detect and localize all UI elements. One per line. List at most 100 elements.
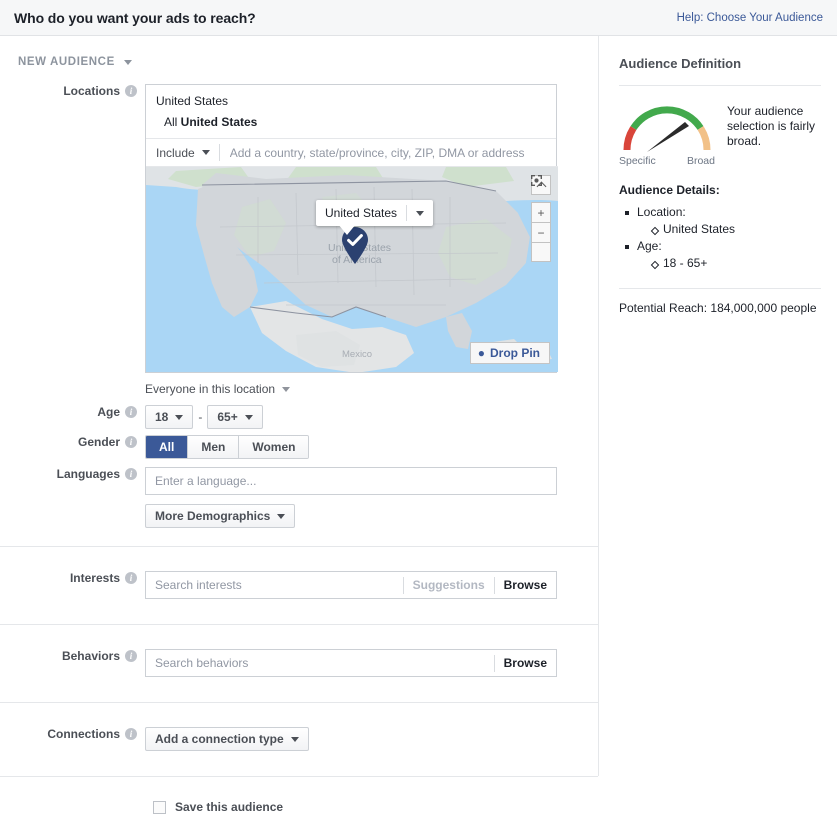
add-connection-type-button[interactable]: Add a connection type: [145, 727, 309, 751]
gender-option-men[interactable]: Men: [187, 436, 238, 458]
map-callout-label: United States: [316, 206, 406, 220]
detail-values-age: 18 - 65+: [637, 255, 821, 272]
divider: [619, 85, 821, 86]
connections-row: Connections i Add a connection type: [0, 703, 598, 776]
new-audience-selector[interactable]: NEW AUDIENCE: [0, 36, 598, 84]
interests-label-cell: Interests i: [0, 571, 145, 585]
locations-field: United States All United States Include: [145, 84, 598, 405]
plus-icon: +: [537, 207, 544, 219]
age-max-select[interactable]: 65+: [207, 405, 262, 429]
chevron-down-icon[interactable]: [416, 211, 424, 216]
location-map[interactable]: United States of America Mexico United S…: [146, 166, 558, 372]
map-fullscreen-button[interactable]: [531, 242, 551, 262]
map-zoom-out-button[interactable]: −: [531, 222, 551, 242]
behaviors-row: Behaviors i Browse: [0, 625, 598, 702]
age-label-cell: Age i: [0, 405, 145, 419]
help-choose-audience-link[interactable]: Help: Choose Your Audience: [677, 12, 823, 24]
connections-label-cell: Connections i: [0, 727, 145, 741]
age-row: Age i 18 - 65+: [0, 405, 598, 429]
info-icon[interactable]: i: [125, 572, 137, 584]
save-audience-checkbox[interactable]: [153, 801, 166, 814]
chevron-down-icon[interactable]: [282, 387, 290, 392]
gauge-label-specific: Specific: [619, 155, 656, 167]
map-zoom-in-button[interactable]: +: [531, 202, 551, 222]
save-audience-label: Save this audience: [175, 800, 283, 814]
languages-field: [145, 467, 598, 495]
interests-input-wrapper: Suggestions Browse: [145, 571, 557, 599]
gender-row: Gender i All Men Women: [0, 435, 598, 459]
connections-label: Connections: [47, 727, 120, 741]
new-audience-label: NEW AUDIENCE: [18, 56, 115, 68]
behaviors-input-wrapper: Browse: [145, 649, 557, 677]
page-header: Who do you want your ads to reach? Help:…: [0, 0, 837, 36]
age-min-value: 18: [155, 411, 168, 423]
languages-label: Languages: [57, 467, 120, 481]
gauge-icon: [619, 100, 715, 154]
locations-all-entry[interactable]: All United States: [146, 112, 556, 138]
audience-gauge-row: Specific Broad Your audience selection i…: [619, 100, 821, 167]
chevron-down-icon[interactable]: [202, 150, 210, 155]
info-icon[interactable]: i: [125, 406, 137, 418]
page-content: NEW AUDIENCE Locations i United States A…: [0, 36, 837, 776]
info-icon[interactable]: i: [125, 650, 137, 662]
interests-browse-button[interactable]: Browse: [495, 578, 556, 592]
list-item: 18 - 65+: [651, 255, 821, 272]
drop-pin-label: Drop Pin: [490, 346, 540, 360]
age-max-value: 65+: [217, 411, 237, 423]
audience-details-list: Location: United States Age: 18 - 65+: [619, 204, 821, 272]
audience-gauge: Specific Broad: [619, 100, 715, 167]
info-icon[interactable]: i: [125, 85, 137, 97]
locations-box: United States All United States Include: [145, 84, 557, 373]
map-callout-menu-button[interactable]: [407, 211, 433, 216]
languages-input-wrapper: [145, 467, 557, 495]
age-min-select[interactable]: 18: [145, 405, 193, 429]
gender-label: Gender: [78, 435, 120, 449]
detail-label-location: Location:: [637, 205, 686, 219]
age-field: 18 - 65+: [145, 405, 598, 429]
age-label: Age: [97, 405, 120, 419]
divider: [619, 288, 821, 289]
more-demographics-field: More Demographics: [145, 504, 598, 528]
add-connection-type-label: Add a connection type: [155, 733, 284, 745]
interests-suggestions-button[interactable]: Suggestions: [404, 578, 494, 592]
gender-field: All Men Women: [145, 435, 598, 459]
more-demographics-row: More Demographics: [0, 504, 598, 528]
potential-reach-text: Potential Reach: 184,000,000 people: [619, 301, 821, 315]
locations-label-cell: Locations i: [0, 84, 145, 98]
behaviors-search-input[interactable]: [146, 650, 494, 676]
languages-label-cell: Languages i: [0, 467, 145, 481]
detail-label-age: Age:: [637, 239, 662, 253]
gender-segmented-control: All Men Women: [145, 435, 309, 459]
map-location-callout[interactable]: United States: [316, 200, 433, 226]
map-callout-tail: [338, 224, 356, 235]
behaviors-label: Behaviors: [62, 649, 120, 663]
list-item: Location: United States: [625, 204, 821, 238]
audience-form: NEW AUDIENCE Locations i United States A…: [0, 36, 598, 814]
locations-all-country: United States: [181, 115, 258, 129]
minus-icon: −: [537, 227, 544, 239]
languages-row: Languages i: [0, 467, 598, 495]
chevron-down-icon[interactable]: [124, 60, 132, 65]
page-title: Who do you want your ads to reach?: [14, 10, 256, 26]
gender-option-all[interactable]: All: [146, 436, 187, 458]
audience-scope-dropdown[interactable]: Everyone in this location: [145, 373, 290, 405]
interests-field: Suggestions Browse: [145, 571, 598, 599]
interests-search-input[interactable]: [146, 572, 403, 598]
interests-label: Interests: [70, 571, 120, 585]
audience-scope-label: Everyone in this location: [145, 382, 275, 396]
info-icon[interactable]: i: [125, 728, 137, 740]
include-exclude-dropdown[interactable]: Include: [146, 139, 219, 166]
languages-input[interactable]: [146, 468, 556, 494]
info-icon[interactable]: i: [125, 468, 137, 480]
more-demographics-button[interactable]: More Demographics: [145, 504, 295, 528]
audience-definition-panel: Audience Definition Specific Broad: [599, 36, 837, 315]
info-icon[interactable]: i: [125, 436, 137, 448]
drop-pin-button[interactable]: ● Drop Pin: [470, 342, 550, 364]
location-search-input[interactable]: [220, 139, 556, 166]
fullscreen-icon: [531, 175, 542, 186]
locations-row: Locations i United States All United Sta…: [0, 84, 598, 405]
map-pin-icon: ●: [478, 347, 485, 359]
behaviors-browse-button[interactable]: Browse: [495, 656, 556, 670]
gender-option-women[interactable]: Women: [238, 436, 308, 458]
list-item: United States: [651, 221, 821, 238]
